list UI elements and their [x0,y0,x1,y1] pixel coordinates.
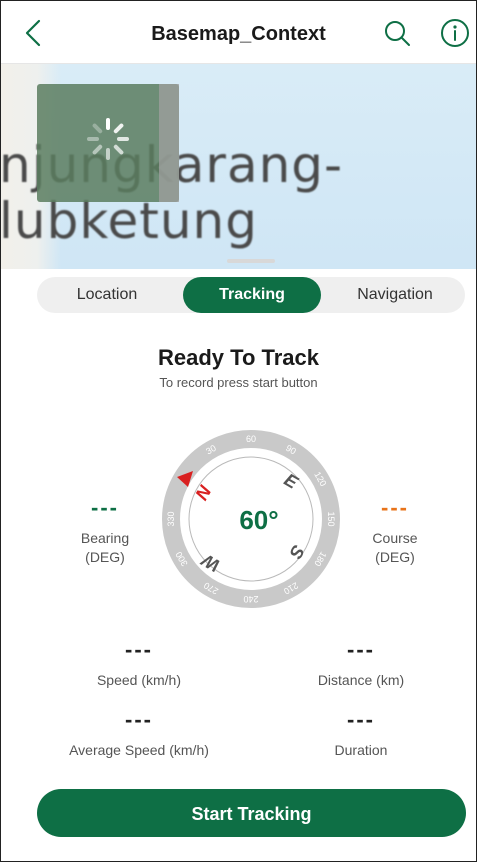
duration-label: Duration [334,742,388,758]
compass-tick-label: 60 [246,434,256,444]
status-title: Ready To Track [158,345,319,370]
average-speed-value: --- [125,707,153,732]
tracking-sheet: Location Tracking Navigation Ready To Tr… [1,269,476,861]
bearing-unit: (DEG) [85,549,125,565]
course-unit: (DEG) [375,549,415,565]
compass-tick-label: 150 [326,511,336,526]
tab-navigation[interactable]: Navigation [325,277,465,313]
average-speed-metric: --- Average Speed (km/h) [49,707,229,760]
distance-label: Distance (km) [317,672,405,688]
compass-heading-value: 60° [239,505,278,535]
bearing-label: Bearing [80,530,130,546]
speed-metric: --- Speed (km/h) [69,637,209,690]
info-icon[interactable] [439,17,471,49]
loading-overlay [37,84,179,202]
sheet-drag-handle[interactable] [227,259,275,263]
mode-tabs: Location Tracking Navigation [37,277,465,313]
loading-spinner-icon [87,118,129,160]
basemap-view[interactable]: njungkarang- lubketung [1,64,476,269]
speed-label: Speed (km/h) [96,672,182,688]
course-value: --- [381,495,409,520]
top-bar: Basemap_Context [1,1,476,64]
status-hint: To record press start button [159,375,318,390]
distance-value: --- [347,637,375,662]
tab-tracking[interactable]: Tracking [183,277,321,313]
course-label: Course [372,530,418,546]
start-tracking-button[interactable]: Start Tracking [37,789,466,837]
tab-location[interactable]: Location [37,277,177,313]
compass-tick-label: 240 [243,594,258,604]
bearing-value: --- [91,495,119,520]
course-metric: --- Course (DEG) [355,495,435,567]
overlay-scrollbar [159,84,179,202]
distance-metric: --- Distance (km) [291,637,431,690]
compass-tick-label: 330 [166,511,176,526]
duration-metric: --- Duration [291,707,431,760]
duration-value: --- [347,707,375,732]
compass-dial: 306090120150180210240270300330 N E S W 6… [162,430,340,608]
app-frame: Basemap_Context njungkarang- lubketung [0,0,477,862]
average-speed-label: Average Speed (km/h) [69,742,209,758]
bearing-metric: --- Bearing (DEG) [65,495,145,567]
speed-value: --- [125,637,153,662]
search-icon[interactable] [381,17,413,49]
